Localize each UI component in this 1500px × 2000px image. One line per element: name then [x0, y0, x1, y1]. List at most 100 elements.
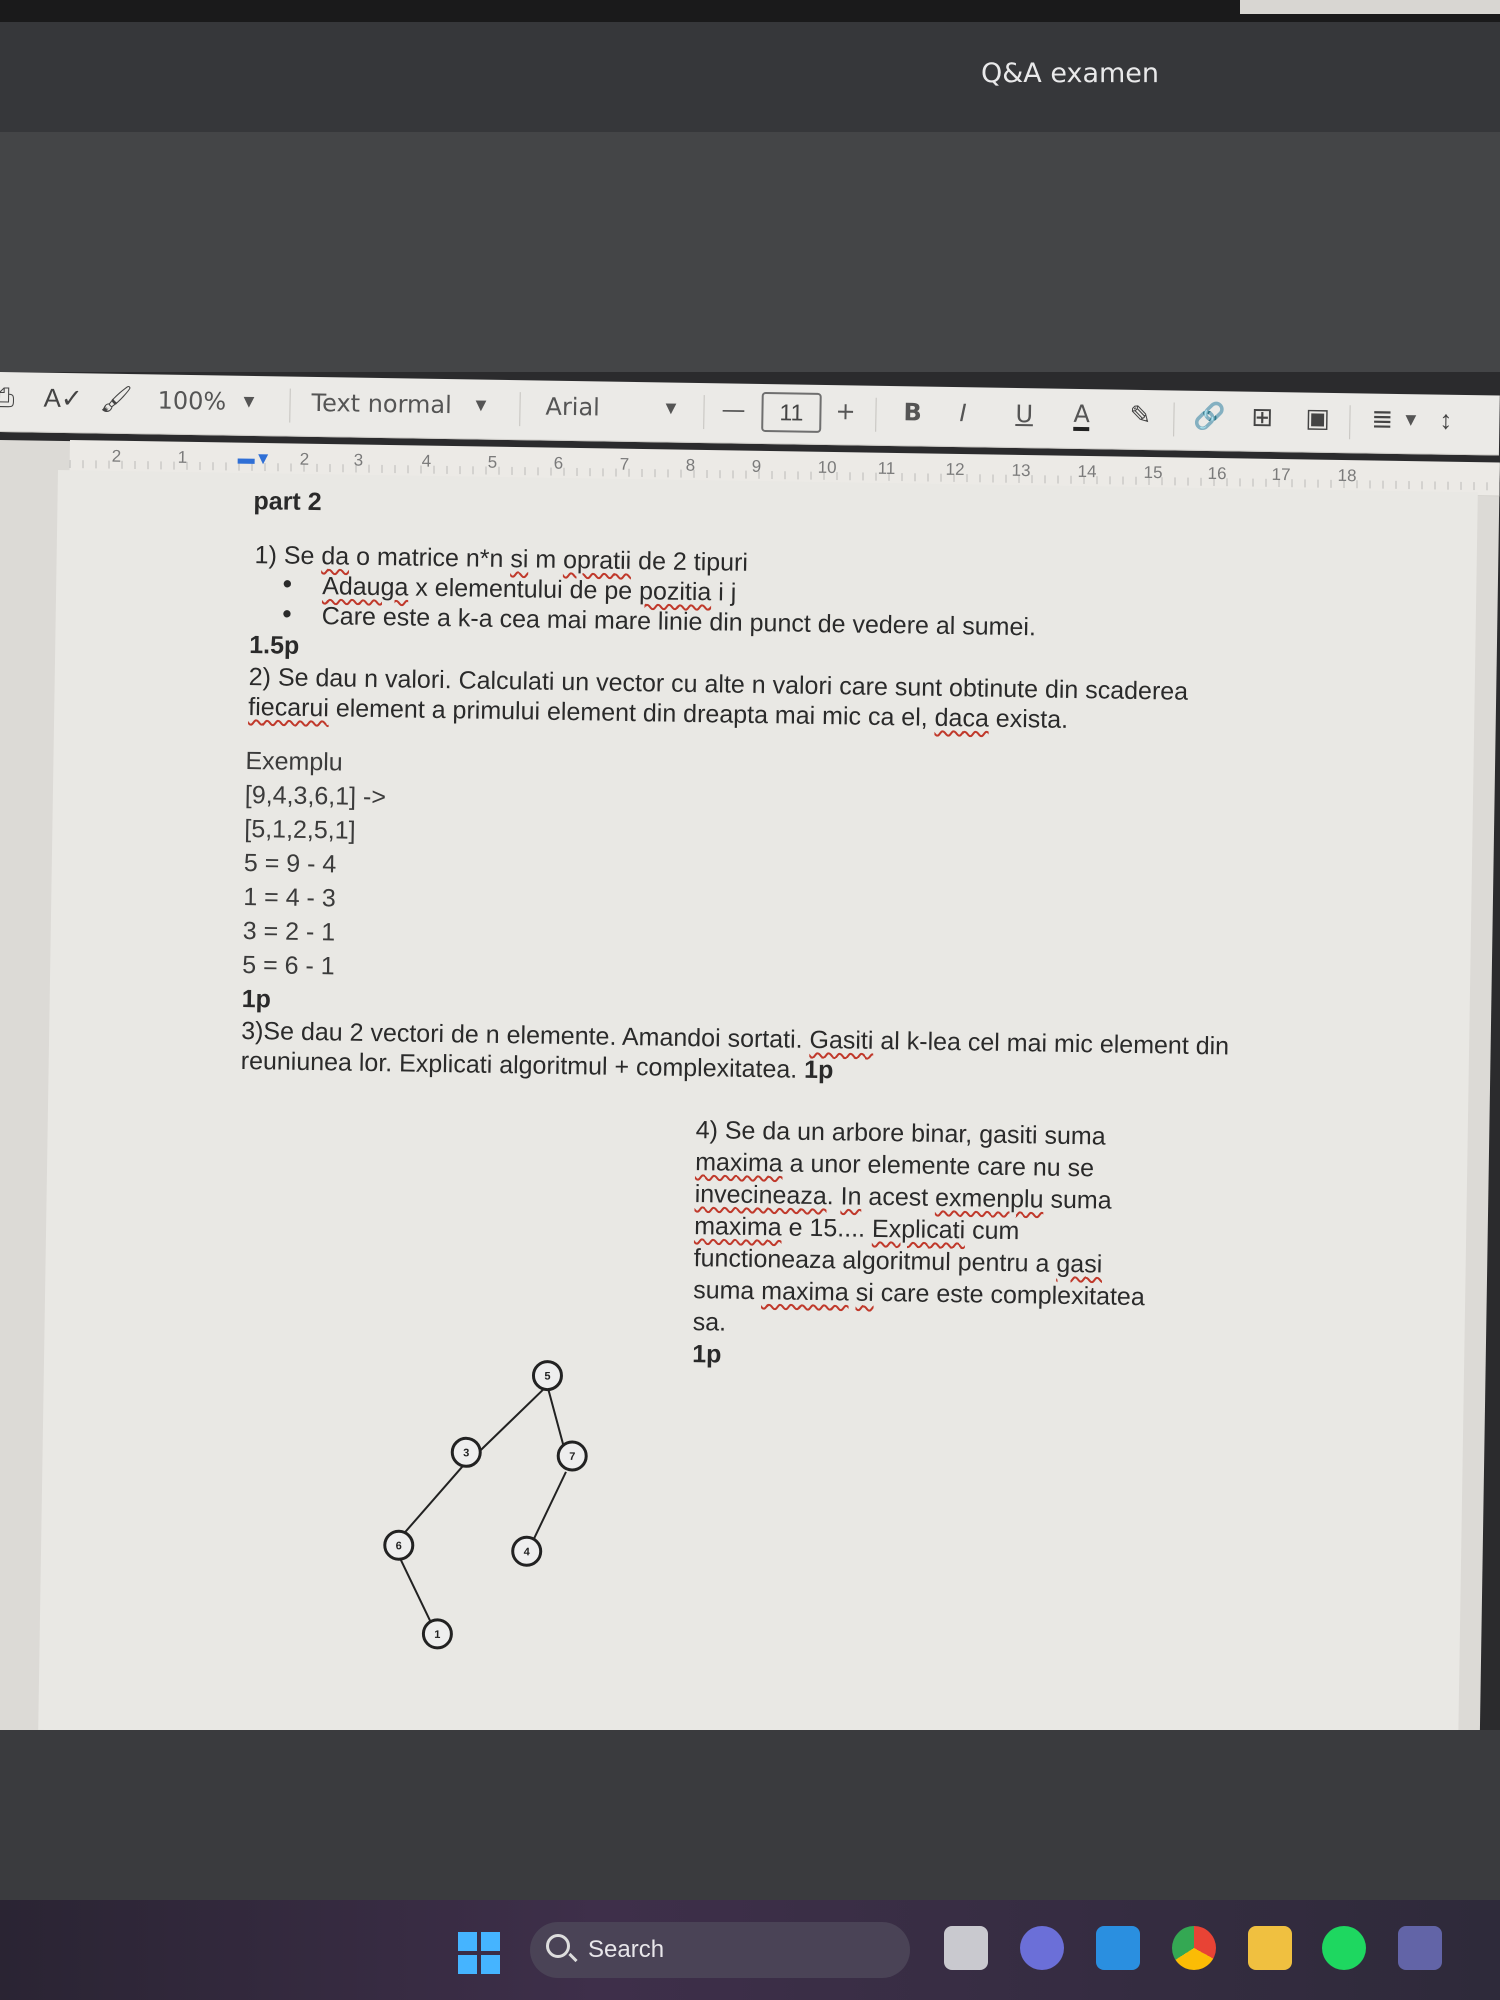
- question-4-line-7: sa.: [692, 1308, 727, 1337]
- toolbar-separator: [1173, 402, 1175, 437]
- vscode-icon[interactable]: [1096, 1926, 1140, 1970]
- example-line: 3 = 2 - 1: [242, 916, 336, 947]
- italic-button[interactable]: I: [959, 399, 967, 427]
- folder-icon[interactable]: [1248, 1926, 1292, 1970]
- document-page[interactable]: part 2 1) Se da o matrice n*n si m oprat…: [38, 470, 1478, 1753]
- tree-node: 4: [511, 1535, 543, 1567]
- ruler-tick: 10: [817, 457, 837, 478]
- svg-text:3: 3: [463, 1447, 469, 1459]
- svg-text:1: 1: [434, 1629, 440, 1641]
- example-label: Exemplu: [245, 746, 343, 777]
- search-label: Search: [588, 1936, 665, 1963]
- chevron-down-icon[interactable]: ▼: [665, 400, 676, 416]
- chrome-icon[interactable]: [1172, 1926, 1216, 1970]
- chevron-down-icon[interactable]: ▼: [1405, 412, 1416, 428]
- question-4-line-5: functioneaza algoritmul pentru a gasi: [693, 1244, 1103, 1279]
- ruler-tick: 1: [177, 447, 188, 467]
- ruler-tick: 9: [751, 456, 762, 476]
- spotify-icon[interactable]: [1322, 1926, 1366, 1970]
- question-4-line-6: suma maxima si care este complexitatea: [692, 1276, 1145, 1312]
- link-icon[interactable]: 🔗: [1193, 401, 1226, 433]
- ruler-tick: 16: [1207, 463, 1227, 484]
- svg-text:4: 4: [524, 1546, 531, 1558]
- question-1-bullet-2: Care este a k-a cea mai mare linie din p…: [322, 602, 1037, 642]
- toolbar-separator: [1349, 405, 1351, 440]
- windows-start-icon[interactable]: [458, 1932, 500, 1974]
- ruler-tick: 3: [353, 450, 364, 470]
- svg-text:7: 7: [569, 1451, 575, 1463]
- toolbar-separator: [875, 397, 877, 432]
- svg-text:6: 6: [396, 1540, 402, 1552]
- ruler-tick: 2: [299, 449, 310, 469]
- tree-edge: [397, 1554, 435, 1629]
- text-color-button[interactable]: A: [1073, 400, 1090, 432]
- question-1-points: 1.5p: [249, 631, 300, 660]
- ruler-tick: 4: [421, 451, 432, 471]
- print-icon[interactable]: ⎙: [0, 382, 15, 414]
- indent-marker-icon[interactable]: ▬▼: [238, 449, 272, 470]
- taskbar-search[interactable]: Search: [530, 1922, 910, 1978]
- question-4-line-2: maxima a unor elemente care nu se: [694, 1148, 1095, 1183]
- font-select[interactable]: Arial: [545, 393, 600, 422]
- ruler-tick: 15: [1143, 462, 1163, 483]
- question-2-points: 1p: [241, 984, 272, 1014]
- question-4-points: 1p: [691, 1340, 722, 1369]
- document-title[interactable]: Q&A examen: [960, 58, 1180, 89]
- tree-node: 6: [383, 1529, 415, 1561]
- line-spacing-icon[interactable]: ↕: [1439, 405, 1452, 436]
- ruler-tick: 14: [1077, 461, 1097, 482]
- ruler-tick: 8: [685, 455, 696, 475]
- taskbar: Search: [0, 1900, 1500, 2000]
- example-line: 1 = 4 - 3: [243, 882, 336, 913]
- spellcheck-icon[interactable]: A✓: [43, 383, 83, 415]
- chevron-down-icon[interactable]: ▼: [243, 394, 254, 410]
- chevron-down-icon[interactable]: ▼: [475, 397, 486, 413]
- example-line: 5 = 6 - 1: [242, 950, 335, 981]
- question-4-line-1: 4) Se da un arbore binar, gasiti suma: [695, 1116, 1106, 1151]
- browser-area: [0, 132, 1500, 372]
- highlight-pen-icon[interactable]: ✎: [1129, 400, 1151, 431]
- ruler-tick: 5: [487, 452, 498, 472]
- add-comment-icon[interactable]: ⊞: [1251, 402, 1273, 433]
- decrease-font-size-button[interactable]: —: [721, 395, 745, 423]
- section-heading: part 2: [253, 487, 322, 517]
- teams-icon[interactable]: [1398, 1926, 1442, 1970]
- tree-edge: [398, 1461, 467, 1540]
- title-bar: Q&A examen: [0, 22, 1500, 132]
- underline-button[interactable]: U: [1015, 400, 1033, 428]
- example-output: [5,1,2,5,1]: [244, 814, 356, 845]
- tree-edge: [529, 1471, 567, 1546]
- ruler-tick: 12: [945, 459, 965, 480]
- toolbar-separator: [519, 392, 521, 427]
- ruler-tick: 6: [553, 453, 564, 473]
- screen-bottom-area: [0, 1730, 1500, 1900]
- svg-text:5: 5: [544, 1371, 550, 1383]
- zoom-select[interactable]: 100%: [157, 386, 226, 415]
- ruler-tick: 7: [619, 454, 630, 474]
- search-icon: [546, 1934, 570, 1958]
- tree-node: 5: [531, 1360, 563, 1392]
- question-4-line-4: maxima e 15.... Explicati cum: [693, 1212, 1020, 1246]
- bold-button[interactable]: B: [903, 398, 922, 426]
- paint-format-icon[interactable]: 🖌: [99, 384, 132, 416]
- example-input: [9,4,3,6,1] ->: [244, 780, 387, 812]
- ruler-tick: 11: [877, 458, 896, 478]
- toolbar-separator: [703, 395, 705, 430]
- example-line: 5 = 9 - 4: [243, 848, 337, 879]
- monitor-bezel: [0, 0, 1500, 22]
- ruler-tick: 13: [1011, 460, 1031, 481]
- question-4-line-3: invecineaza. In acest exmenplu suma: [694, 1180, 1112, 1215]
- ruler-tick: 18: [1337, 465, 1357, 486]
- tree-node: 3: [450, 1436, 482, 1468]
- font-size-input[interactable]: 11: [761, 391, 822, 433]
- binary-tree-diagram: 5 3 7 6 4 1: [383, 1360, 588, 1650]
- insert-image-icon[interactable]: ▣: [1305, 403, 1330, 434]
- ruler-tick: 17: [1271, 464, 1291, 485]
- align-left-icon[interactable]: ≣: [1371, 404, 1393, 435]
- file-explorer-app-icon[interactable]: [944, 1926, 988, 1970]
- style-select[interactable]: Text normal: [311, 389, 452, 419]
- tree-node: 7: [556, 1440, 588, 1472]
- ruler-tick: 2: [111, 446, 122, 466]
- meet-app-icon[interactable]: [1020, 1926, 1064, 1970]
- increase-font-size-button[interactable]: +: [835, 397, 856, 425]
